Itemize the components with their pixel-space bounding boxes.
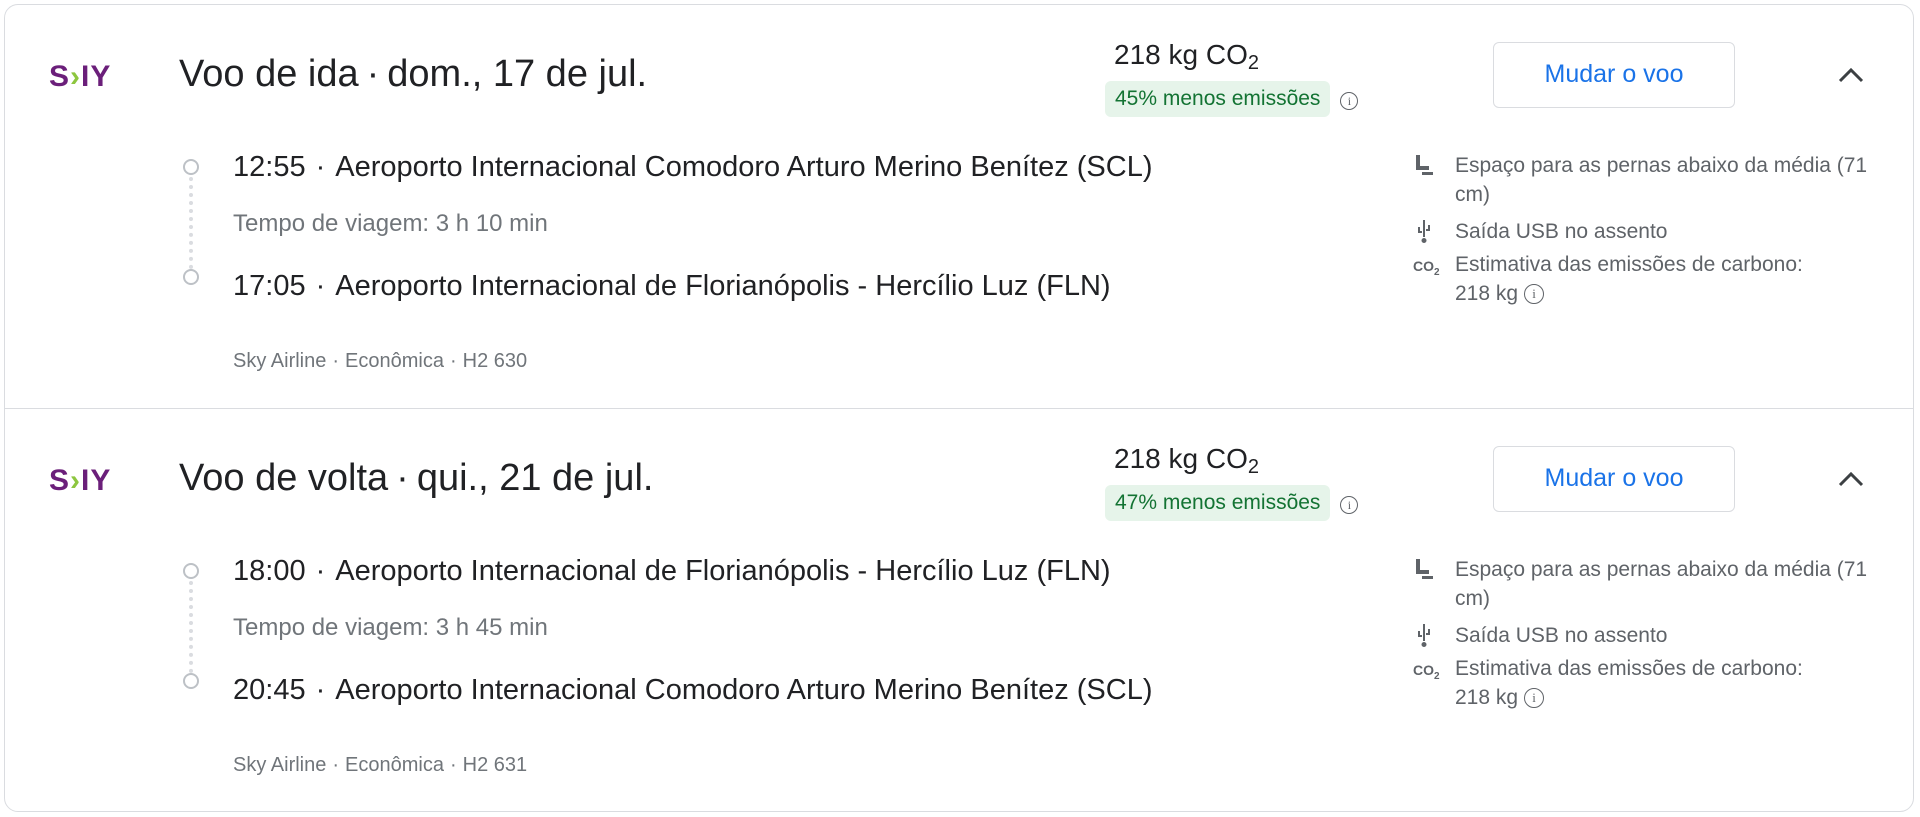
sky-airline-logo: S›IY bbox=[49, 464, 112, 497]
legroom-seat-icon bbox=[1413, 557, 1435, 589]
itinerary-timeline bbox=[181, 155, 205, 287]
arrival-dot bbox=[183, 269, 199, 285]
usb-icon bbox=[1413, 219, 1435, 251]
flight-meta: Sky Airline · Econômica · H2 631 bbox=[233, 754, 528, 776]
arrival-dot bbox=[183, 673, 199, 689]
sky-airline-logo: S›IY bbox=[49, 60, 112, 93]
trip-summary-card: S›IY Voo de ida · dom., 17 de jul. 218 kg … bbox=[4, 4, 1914, 812]
departure-stop: 12:55 · Aeroporto Internacional Comodoro A… bbox=[233, 151, 1153, 183]
flight-section-return: S›IY Voo de volta · qui., 21 de jul. 218 k… bbox=[5, 408, 1913, 811]
usb-icon bbox=[1413, 623, 1435, 655]
chevron-up-icon[interactable] bbox=[1836, 63, 1866, 87]
departure-stop: 18:00 · Aeroporto Internacional de Florian… bbox=[233, 555, 1111, 587]
change-flight-button[interactable]: Mudar o voo bbox=[1493, 446, 1735, 512]
amenities-list: Espaço para as pernas abaixo da média (7… bbox=[1409, 151, 1889, 308]
co2-icon: CO2 bbox=[1413, 662, 1440, 682]
departure-dot bbox=[183, 563, 199, 579]
amenity-usb: Saída USB no assento bbox=[1409, 621, 1889, 650]
flight-title: Voo de volta · qui., 21 de jul. bbox=[179, 457, 654, 499]
amenity-carbon: CO2 Estimativa das emissões de carbono: … bbox=[1413, 253, 1803, 305]
travel-time: Tempo de viagem: 3 h 45 min bbox=[233, 614, 548, 641]
timeline-line bbox=[189, 177, 193, 269]
travel-time: Tempo de viagem: 3 h 10 min bbox=[233, 210, 548, 237]
amenity-legroom: Espaço para as pernas abaixo da média (7… bbox=[1409, 151, 1889, 209]
emissions-badge: 45% menos emissões bbox=[1105, 81, 1331, 117]
amenity-carbon: CO2 Estimativa das emissões de carbono: … bbox=[1413, 657, 1803, 709]
info-icon[interactable]: i bbox=[1340, 495, 1359, 514]
emissions-value: 218 kg CO2 bbox=[1114, 39, 1259, 74]
co2-icon: CO2 bbox=[1413, 258, 1440, 278]
timeline-line bbox=[189, 581, 193, 673]
amenities-list: Espaço para as pernas abaixo da média (7… bbox=[1409, 555, 1889, 712]
emissions-summary: 218 kg CO2 45% menos emissões i bbox=[1105, 39, 1359, 117]
chevron-up-icon[interactable] bbox=[1836, 467, 1866, 491]
amenity-usb: Saída USB no assento bbox=[1409, 217, 1889, 246]
change-flight-button[interactable]: Mudar o voo bbox=[1493, 42, 1735, 108]
legroom-seat-icon bbox=[1413, 153, 1435, 185]
info-icon[interactable]: i bbox=[1524, 688, 1545, 709]
itinerary-timeline bbox=[181, 559, 205, 691]
info-icon[interactable]: i bbox=[1524, 284, 1545, 305]
arrival-stop: 20:45 · Aeroporto Internacional Comodoro A… bbox=[233, 674, 1153, 706]
flight-section-outbound: S›IY Voo de ida · dom., 17 de jul. 218 kg … bbox=[5, 5, 1913, 408]
flight-meta: Sky Airline · Econômica · H2 630 bbox=[233, 350, 528, 372]
arrival-stop: 17:05 · Aeroporto Internacional de Florian… bbox=[233, 270, 1111, 302]
flight-title: Voo de ida · dom., 17 de jul. bbox=[179, 53, 648, 95]
departure-dot bbox=[183, 159, 199, 175]
emissions-summary: 218 kg CO2 47% menos emissões i bbox=[1105, 443, 1359, 521]
amenity-legroom: Espaço para as pernas abaixo da média (7… bbox=[1409, 555, 1889, 613]
emissions-badge: 47% menos emissões bbox=[1105, 485, 1331, 521]
emissions-value: 218 kg CO2 bbox=[1114, 443, 1259, 478]
info-icon[interactable]: i bbox=[1340, 91, 1359, 110]
